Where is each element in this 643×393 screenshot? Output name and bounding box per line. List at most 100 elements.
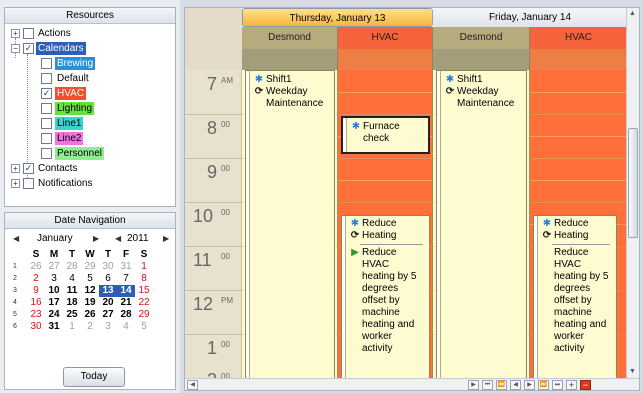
appointment-furnace-check[interactable]: ✱ Furnace check xyxy=(341,116,430,154)
calendar-day[interactable]: 5 xyxy=(81,273,99,285)
last-record-icon[interactable]: ⏭ xyxy=(552,380,563,390)
calendar-day[interactable]: 21 xyxy=(117,297,135,309)
add-icon[interactable]: + xyxy=(566,380,577,390)
calendar-day[interactable]: 1 xyxy=(135,261,153,273)
tree-item-personnel[interactable]: Personnel xyxy=(5,146,175,161)
horizontal-scrollbar[interactable]: ◀ ▶ ⏮ ⏪ ◀ ▶ ⏩ ⏭ + − xyxy=(185,378,639,390)
tree-item-brewing[interactable]: Brewing xyxy=(5,56,175,71)
calendar-day[interactable]: 17 xyxy=(45,297,63,309)
calendar-day[interactable]: 9 xyxy=(27,285,45,297)
tree-item-actions[interactable]: + Actions xyxy=(5,26,175,41)
scroll-right-icon[interactable]: ▶ xyxy=(468,380,479,390)
calendar-day[interactable]: 8 xyxy=(135,273,153,285)
calendar-day[interactable]: 10 xyxy=(45,285,63,297)
scroll-down-icon[interactable]: ▼ xyxy=(629,368,636,375)
checkbox-line1[interactable] xyxy=(41,118,52,129)
checkbox-lighting[interactable] xyxy=(41,103,52,114)
first-record-icon[interactable]: ⏮ xyxy=(482,380,493,390)
appointment-reduce-heating-friday[interactable]: ✱ Reduce ⟳ Heating Reduce HVAC heating b… xyxy=(533,215,617,382)
calendar-day[interactable]: 18 xyxy=(63,297,81,309)
calendar-day[interactable]: 26 xyxy=(27,261,45,273)
scroll-left-icon[interactable]: ◀ xyxy=(187,380,198,390)
all-day-strip[interactable] xyxy=(530,49,628,70)
appointment-shift1-thursday[interactable]: ✱ Shift1 ⟳ Weekday Maintenance xyxy=(245,70,335,382)
calendar-day[interactable]: 3 xyxy=(99,321,117,333)
calendar-day[interactable]: 4 xyxy=(63,273,81,285)
calendar-day[interactable]: 27 xyxy=(45,261,63,273)
tree-item-hvac[interactable]: ✓ HVAC xyxy=(5,86,175,101)
checkbox-brewing[interactable] xyxy=(41,58,52,69)
checkbox-calendars[interactable]: ✓ xyxy=(23,43,34,54)
scrollbar-thumb[interactable] xyxy=(628,128,638,238)
calendar-day[interactable]: 26 xyxy=(81,309,99,321)
checkbox-contacts[interactable]: ✓ xyxy=(23,163,34,174)
calendar-day[interactable]: 28 xyxy=(117,309,135,321)
tree-item-notifications[interactable]: + Notifications xyxy=(5,176,175,191)
tree-item-line1[interactable]: Line1 xyxy=(5,116,175,131)
calendar-day[interactable]: 7 xyxy=(117,273,135,285)
next-month-icon[interactable]: ▶ xyxy=(93,234,99,243)
scroll-up-icon[interactable]: ▲ xyxy=(629,10,636,17)
calendar-day[interactable]: 4 xyxy=(117,321,135,333)
all-day-strip[interactable] xyxy=(242,49,338,70)
calendar-day[interactable]: 24 xyxy=(45,309,63,321)
all-day-strip[interactable] xyxy=(338,49,433,70)
tree-item-contacts[interactable]: + ✓ Contacts xyxy=(5,161,175,176)
calendar-day[interactable]: 29 xyxy=(135,309,153,321)
calendar-day[interactable]: 5 xyxy=(135,321,153,333)
calendar-day[interactable]: 3 xyxy=(45,273,63,285)
remove-icon[interactable]: − xyxy=(580,380,591,390)
collapse-icon[interactable]: − xyxy=(11,44,20,53)
calendar-day[interactable]: 25 xyxy=(63,309,81,321)
calendar-day[interactable]: 23 xyxy=(27,309,45,321)
day-header-friday[interactable]: Friday, January 14 xyxy=(433,8,628,27)
calendar-day-selected[interactable]: 13 xyxy=(99,285,117,297)
vertical-scrollbar[interactable]: ▲ ▼ xyxy=(626,8,639,380)
expand-icon[interactable]: + xyxy=(11,179,20,188)
calendar-day[interactable]: 29 xyxy=(81,261,99,273)
tree-item-default[interactable]: Default xyxy=(5,71,175,86)
calendar-day[interactable]: 27 xyxy=(99,309,117,321)
day-header-thursday[interactable]: Thursday, January 13 xyxy=(242,8,433,27)
today-button[interactable]: Today xyxy=(63,367,125,387)
calendar-day[interactable]: 20 xyxy=(99,297,117,309)
tree-item-line2[interactable]: Line2 xyxy=(5,131,175,146)
calendar-day[interactable]: 30 xyxy=(27,321,45,333)
next-record-icon[interactable]: ▶ xyxy=(524,380,535,390)
tree-item-lighting[interactable]: Lighting xyxy=(5,101,175,116)
appointment-shift1-friday[interactable]: ✱ Shift1 ⟳ Weekday Maintenance xyxy=(436,70,527,382)
calendar-day[interactable]: 31 xyxy=(117,261,135,273)
month-label: January xyxy=(37,233,73,244)
expand-icon[interactable]: + xyxy=(11,29,20,38)
calendar-day[interactable]: 28 xyxy=(63,261,81,273)
calendar-day[interactable]: 2 xyxy=(27,273,45,285)
checkbox-personnel[interactable] xyxy=(41,148,52,159)
tree-item-calendars[interactable]: − ✓ Calendars xyxy=(5,41,175,56)
prev-page-icon[interactable]: ⏪ xyxy=(496,380,507,390)
calendar-day[interactable]: 11 xyxy=(63,285,81,297)
appointment-reduce-heating-thursday[interactable]: ✱ Reduce ⟳ Heating ▶ Reduce HVAC heating… xyxy=(341,215,430,382)
calendar-day[interactable]: 15 xyxy=(135,285,153,297)
calendar-day[interactable]: 19 xyxy=(81,297,99,309)
calendar-day[interactable]: 6 xyxy=(99,273,117,285)
calendar-day[interactable]: 12 xyxy=(81,285,99,297)
calendar-day[interactable]: 30 xyxy=(99,261,117,273)
checkbox-actions[interactable] xyxy=(23,28,34,39)
next-year-icon[interactable]: ▶ xyxy=(163,234,169,243)
checkbox-notifications[interactable] xyxy=(23,178,34,189)
checkbox-line2[interactable] xyxy=(41,133,52,144)
checkbox-default[interactable] xyxy=(41,73,52,84)
checkbox-hvac[interactable]: ✓ xyxy=(41,88,52,99)
next-page-icon[interactable]: ⏩ xyxy=(538,380,549,390)
prev-year-icon[interactable]: ◀ xyxy=(115,234,121,243)
expand-icon[interactable]: + xyxy=(11,164,20,173)
calendar-day[interactable]: 16 xyxy=(27,297,45,309)
calendar-day[interactable]: 22 xyxy=(135,297,153,309)
calendar-day[interactable]: 1 xyxy=(63,321,81,333)
all-day-strip[interactable] xyxy=(433,49,530,70)
calendar-day-selected[interactable]: 14 xyxy=(117,285,135,297)
calendar-day[interactable]: 2 xyxy=(81,321,99,333)
calendar-day[interactable]: 31 xyxy=(45,321,63,333)
prev-month-icon[interactable]: ◀ xyxy=(13,234,19,243)
prev-record-icon[interactable]: ◀ xyxy=(510,380,521,390)
